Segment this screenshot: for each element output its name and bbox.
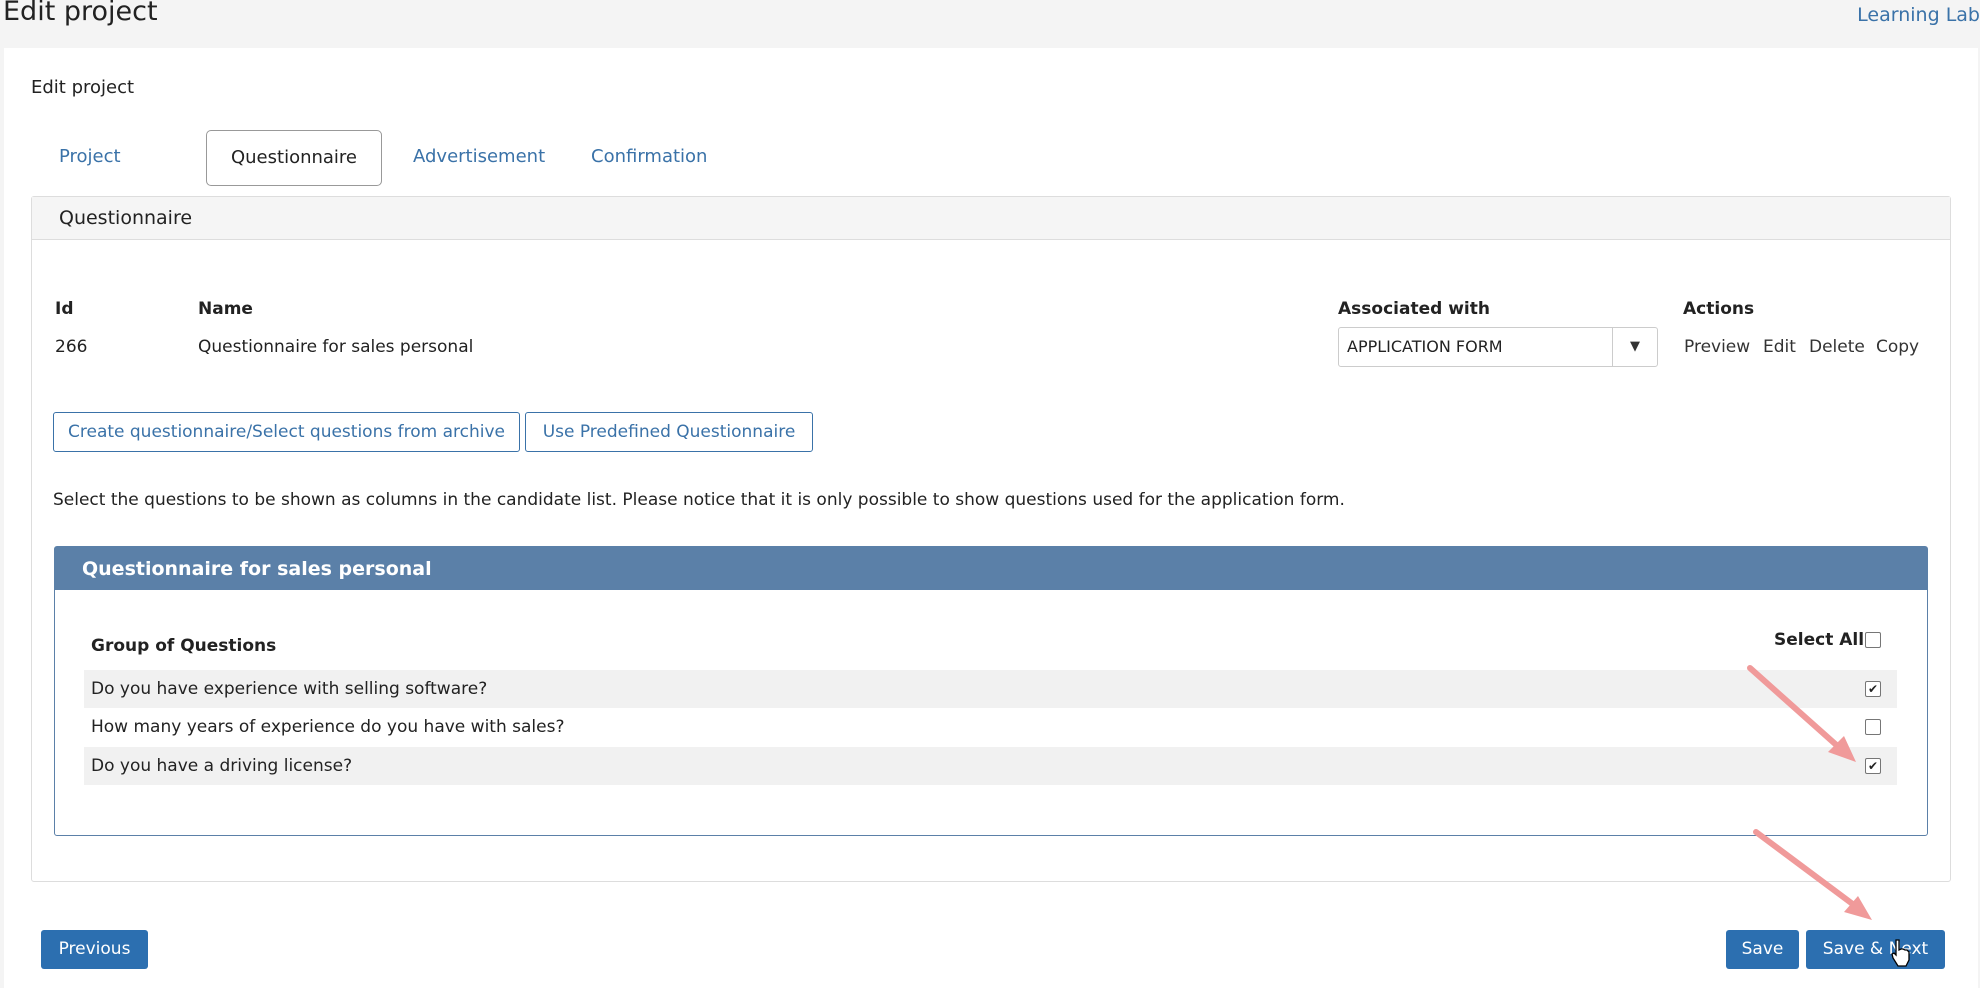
organization-link[interactable]: Learning Lab	[1857, 4, 1980, 26]
question-row: Do you have experience with selling soft…	[84, 670, 1897, 708]
edit-action[interactable]: Edit	[1763, 337, 1796, 357]
annotation-arrow-icon	[1747, 665, 1856, 762]
question-checkbox[interactable]	[1865, 719, 1881, 735]
copy-action[interactable]: Copy	[1876, 337, 1919, 357]
chevron-down-icon[interactable]: ▼	[1612, 328, 1657, 366]
question-row: How many years of experience do you have…	[84, 708, 1897, 746]
tab-questionnaire[interactable]: Questionnaire	[206, 130, 382, 186]
delete-action[interactable]: Delete	[1809, 337, 1865, 357]
questionnaire-name: Questionnaire for sales personal	[198, 337, 474, 357]
pointer-cursor-icon	[1891, 939, 1910, 967]
notice-text: Select the questions to be shown as colu…	[53, 490, 1345, 510]
column-header-name: Name	[198, 299, 253, 319]
column-header-associated: Associated with	[1338, 299, 1490, 319]
question-text: Do you have a driving license?	[91, 756, 353, 776]
group-title: Group of Questions	[91, 636, 277, 656]
save-button[interactable]: Save	[1726, 930, 1799, 969]
select-all-label: Select All	[1774, 630, 1865, 650]
breadcrumb: Edit project	[31, 77, 135, 98]
create-questionnaire-button[interactable]: Create questionnaire/Select questions fr…	[53, 412, 520, 452]
questionnaire-box-title: Questionnaire for sales personal	[82, 558, 432, 580]
question-checkbox[interactable]: ✔	[1865, 758, 1881, 774]
use-predefined-questionnaire-button[interactable]: Use Predefined Questionnaire	[525, 412, 813, 452]
select-all-checkbox[interactable]	[1865, 632, 1881, 648]
previous-button[interactable]: Previous	[41, 930, 148, 969]
tab-project-details[interactable]: Project Details	[59, 130, 121, 221]
page-title: Edit project	[3, 0, 158, 27]
panel-header: Questionnaire	[32, 197, 1950, 240]
associated-with-value: APPLICATION FORM	[1347, 337, 1503, 356]
question-text: How many years of experience do you have…	[91, 717, 565, 737]
questionnaire-box-header: Questionnaire for sales personal	[55, 547, 1927, 590]
question-checkbox[interactable]: ✔	[1865, 681, 1881, 697]
questionnaire-id: 266	[55, 337, 88, 357]
top-bar: Edit project Learning Lab	[0, 0, 1980, 48]
column-header-id: Id	[55, 299, 74, 319]
question-text: Do you have experience with selling soft…	[91, 679, 488, 699]
tab-advertisement[interactable]: Advertisement	[413, 130, 545, 184]
preview-action[interactable]: Preview	[1684, 337, 1750, 357]
annotation-arrow-icon	[1753, 829, 1872, 920]
question-row: Do you have a driving license?	[84, 747, 1897, 785]
save-next-button[interactable]: Save & Next	[1806, 930, 1945, 969]
associated-with-select[interactable]: APPLICATION FORM ▼	[1338, 327, 1658, 367]
column-header-actions: Actions	[1683, 299, 1755, 319]
panel-title: Questionnaire	[59, 207, 193, 229]
tab-confirmation[interactable]: Confirmation	[591, 130, 707, 184]
